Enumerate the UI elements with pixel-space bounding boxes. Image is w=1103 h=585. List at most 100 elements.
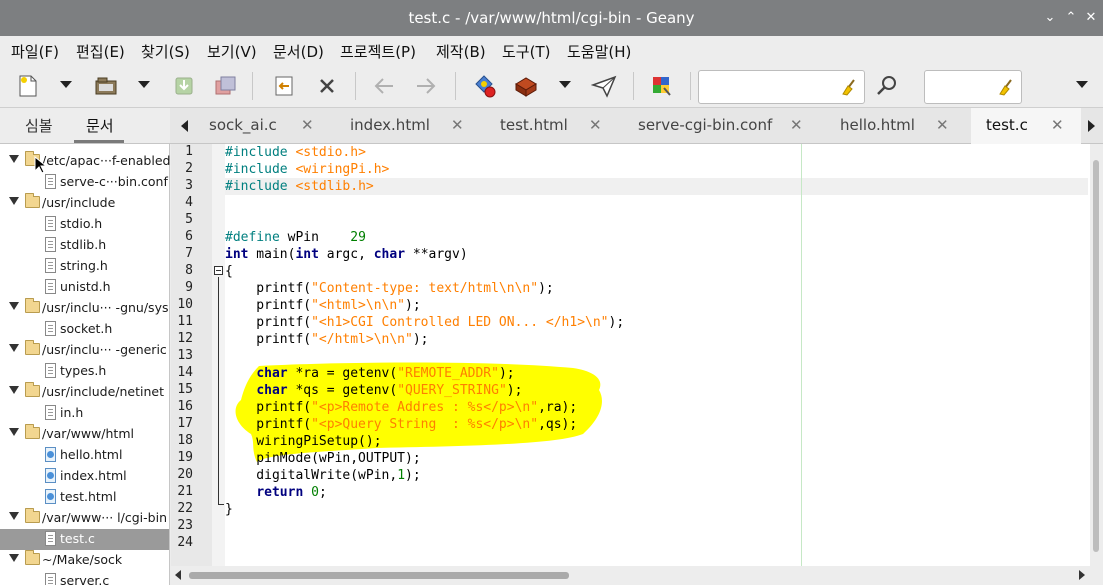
tree-folder[interactable]: /usr/inclu··· -generic (0, 340, 169, 361)
code-line[interactable]: } (225, 501, 233, 518)
code-editor[interactable]: 1 2 3 4 5 6 7 8 9 10 11 12 13 14 15 16 17 18 19 20 21 22 23 24 … (171, 144, 1103, 566)
expander-icon[interactable] (9, 155, 19, 163)
code-line[interactable]: printf("<p>Remote Addres : %s</p>\n",ra)… (225, 399, 577, 416)
code-line[interactable]: { (225, 263, 233, 280)
toolbar-overflow-icon[interactable] (1076, 81, 1088, 88)
maximize-icon[interactable]: ⌃ (1062, 9, 1080, 27)
revert-icon[interactable] (270, 72, 298, 100)
close-icon[interactable]: ✕ (451, 116, 464, 134)
code-line[interactable]: wiringPiSetup(); (225, 433, 381, 450)
open-file-dropdown-icon[interactable] (138, 81, 150, 88)
tree-file[interactable]: string.h (0, 256, 169, 277)
tree-file[interactable]: types.h (0, 361, 169, 382)
save-icon[interactable] (170, 72, 198, 100)
tree-file[interactable]: unistd.h (0, 277, 169, 298)
tree-folder[interactable]: /var/www/html (0, 424, 169, 445)
vertical-scrollbar[interactable] (1090, 144, 1103, 566)
menu-edit[interactable]: 편집(E) (76, 41, 125, 62)
tab-index-html[interactable]: index.html ✕ (337, 108, 472, 144)
expander-icon[interactable] (9, 344, 19, 352)
tab-test-html[interactable]: test.html ✕ (472, 108, 611, 144)
new-file-icon[interactable] (14, 72, 42, 100)
build-icon[interactable] (512, 72, 540, 100)
code-line[interactable]: #include <stdlib.h> (225, 178, 374, 195)
close-icon[interactable]: ✕ (1051, 116, 1064, 134)
clear-goto-icon[interactable] (997, 78, 1015, 96)
menu-tools[interactable]: 도구(T) (502, 41, 550, 62)
code-line[interactable]: printf("</html>\n\n"); (225, 331, 428, 348)
clear-search-icon[interactable] (840, 78, 858, 96)
tabs-scroll-right-icon[interactable] (1088, 120, 1095, 132)
build-dropdown-icon[interactable] (559, 81, 571, 88)
minimize-icon[interactable]: ⌄ (1041, 9, 1059, 27)
code-line[interactable]: digitalWrite(wPin,1); (225, 467, 420, 484)
menu-search[interactable]: 찾기(S) (141, 41, 190, 62)
fold-toggle-icon[interactable] (214, 266, 223, 275)
tree-file[interactable]: socket.h (0, 319, 169, 340)
goto-line-input[interactable] (924, 70, 1022, 104)
code-line[interactable]: #include <stdio.h> (225, 144, 366, 161)
new-file-dropdown-icon[interactable] (60, 81, 72, 88)
tree-file[interactable]: stdlib.h (0, 235, 169, 256)
tree-folder[interactable]: /var/www··· l/cgi-bin (0, 508, 169, 529)
tree-file[interactable]: test.c (0, 529, 169, 550)
expander-icon[interactable] (9, 512, 19, 520)
expander-icon[interactable] (9, 302, 19, 310)
scroll-right-icon[interactable] (1079, 570, 1085, 580)
vertical-scroll-thumb[interactable] (1093, 160, 1099, 552)
menu-help[interactable]: 도움말(H) (567, 41, 631, 62)
code-line[interactable]: pinMode(wPin,OUTPUT); (225, 450, 420, 467)
expander-icon[interactable] (9, 428, 19, 436)
tree-file[interactable]: index.html (0, 466, 169, 487)
code-line[interactable]: printf("<html>\n\n"); (225, 297, 420, 314)
close-icon[interactable]: ✕ (936, 116, 949, 134)
code-line[interactable]: char *qs = getenv("QUERY_STRING"); (225, 382, 522, 399)
scroll-left-icon[interactable] (175, 570, 181, 580)
expander-icon[interactable] (9, 197, 19, 205)
tree-folder[interactable]: /usr/include/netinet (0, 382, 169, 403)
open-file-icon[interactable] (92, 72, 120, 100)
menu-document[interactable]: 문서(D) (273, 41, 324, 62)
code-content[interactable]: #include <stdio.h> #include <wiringPi.h> #… (225, 144, 1095, 566)
tree-folder[interactable]: /etc/apac···f-enabled (0, 151, 170, 172)
code-line[interactable]: char *ra = getenv("REMOTE_ADDR"); (225, 365, 514, 382)
search-input[interactable] (698, 70, 865, 104)
save-all-icon[interactable] (212, 72, 240, 100)
code-line[interactable]: #include <wiringPi.h> (225, 161, 389, 178)
code-line[interactable]: printf("<h1>CGI Controlled LED ON... </h… (225, 314, 624, 331)
code-line[interactable]: printf("Content-type: text/html\n\n"); (225, 280, 553, 297)
tree-folder[interactable]: ~/Make/sock (0, 550, 169, 571)
find-icon[interactable] (873, 72, 901, 100)
close-window-icon[interactable]: ✕ (1082, 9, 1100, 27)
tab-serve-cgi-bin-conf[interactable]: serve-cgi-bin.conf ✕ (611, 108, 811, 144)
tree-file[interactable]: server.c (0, 571, 169, 585)
tree-file[interactable]: in.h (0, 403, 169, 424)
tab-hello-html[interactable]: hello.html ✕ (811, 108, 971, 144)
back-arrow-icon[interactable] (370, 72, 398, 100)
expander-icon[interactable] (9, 386, 19, 394)
code-line[interactable]: int main(int argc, char **argv) (225, 246, 468, 263)
compile-icon[interactable] (470, 72, 498, 100)
tree-file[interactable]: serve-c···bin.conf (0, 172, 169, 193)
menu-view[interactable]: 보기(V) (207, 41, 257, 62)
close-icon[interactable]: ✕ (301, 116, 314, 134)
tab-symbols[interactable]: 심볼 (25, 115, 53, 136)
color-chooser-icon[interactable] (648, 72, 676, 100)
tab-documents[interactable]: 문서 (86, 115, 114, 136)
code-line[interactable]: #define wPin 29 (225, 229, 366, 246)
expander-icon[interactable] (9, 554, 19, 562)
tree-file[interactable]: test.html (0, 487, 169, 508)
menu-project[interactable]: 프로젝트(P) (340, 41, 416, 62)
close-file-icon[interactable] (313, 72, 341, 100)
menu-build[interactable]: 제작(B) (436, 41, 486, 62)
close-icon[interactable]: ✕ (589, 116, 602, 134)
tree-file[interactable]: hello.html (0, 445, 169, 466)
tab-sock-ai-c[interactable]: sock_ai.c ✕ (197, 108, 337, 144)
code-line[interactable]: return 0; (225, 484, 326, 501)
menu-file[interactable]: 파일(F) (11, 41, 59, 62)
tab-test-c[interactable]: test.c ✕ (971, 108, 1081, 144)
close-icon[interactable]: ✕ (790, 116, 803, 134)
forward-arrow-icon[interactable] (412, 72, 440, 100)
tree-folder[interactable]: /usr/include (0, 193, 169, 214)
execute-icon[interactable] (590, 72, 618, 100)
